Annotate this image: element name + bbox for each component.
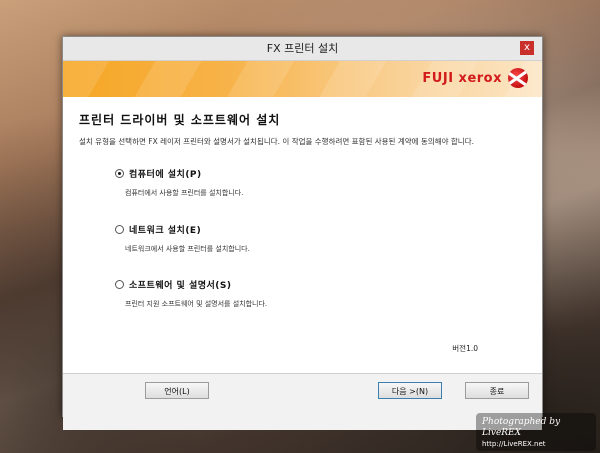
option-network-install[interactable]: 네트워크 설치(E) 네트워크에서 사용할 프린터를 설치합니다. xyxy=(115,223,250,254)
watermark-line1: Photographed by LiveREX xyxy=(482,417,561,438)
xerox-logo-icon xyxy=(508,68,528,88)
version-label: 버전1.0 xyxy=(452,344,478,353)
option-local-install[interactable]: 컴퓨터에 설치(P) 컴퓨터에서 사용할 프린터를 설치합니다. xyxy=(115,167,243,198)
page-title: 프린터 드라이버 및 소프트웨어 설치 xyxy=(79,113,281,127)
option-description: 컴퓨터에서 사용할 프린터를 설치합니다. xyxy=(125,189,244,197)
watermark-line2: http://LiveREX.net xyxy=(482,440,546,448)
radio-software-manuals[interactable] xyxy=(115,280,124,289)
page-description: 설치 유형을 선택하면 FX 레이저 프린터와 설명서가 설치됩니다. 이 작업… xyxy=(79,137,474,146)
radio-local-install[interactable] xyxy=(115,169,124,178)
option-description: 네트워크에서 사용할 프린터를 설치합니다. xyxy=(125,245,250,253)
photographer-watermark: Photographed by LiveREX http://LiveREX.n… xyxy=(476,413,596,451)
button-bar: 언어(L) 다음 >(N) 종료 xyxy=(63,373,542,430)
option-description: 프린터 지원 소프트웨어 및 설명서를 설치합니다. xyxy=(125,300,268,308)
window-title: FX 프린터 설치 xyxy=(266,42,339,55)
close-icon: x xyxy=(524,42,530,53)
option-software-manuals[interactable]: 소프트웨어 및 설명서(S) 프린터 지원 소프트웨어 및 설명서를 설치합니다… xyxy=(115,278,267,309)
option-label: 컴퓨터에 설치(P) xyxy=(129,170,202,180)
close-button[interactable]: x xyxy=(520,41,534,55)
brand-logo-text: FUJI xerox xyxy=(422,71,502,86)
radio-network-install[interactable] xyxy=(115,225,124,234)
next-button[interactable]: 다음 >(N) xyxy=(378,382,442,399)
main-content: 프린터 드라이버 및 소프트웨어 설치 설치 유형을 선택하면 FX 레이저 프… xyxy=(63,97,542,373)
installer-window: FX 프린터 설치 x FUJI xerox 프린터 드라이버 및 소프트웨어 … xyxy=(62,36,543,430)
language-button[interactable]: 언어(L) xyxy=(145,382,209,399)
option-label: 네트워크 설치(E) xyxy=(129,226,202,236)
title-bar[interactable]: FX 프린터 설치 x xyxy=(63,37,542,61)
option-label: 소프트웨어 및 설명서(S) xyxy=(129,281,232,291)
exit-button[interactable]: 종료 xyxy=(465,382,529,399)
brand-banner: FUJI xerox xyxy=(63,61,542,97)
